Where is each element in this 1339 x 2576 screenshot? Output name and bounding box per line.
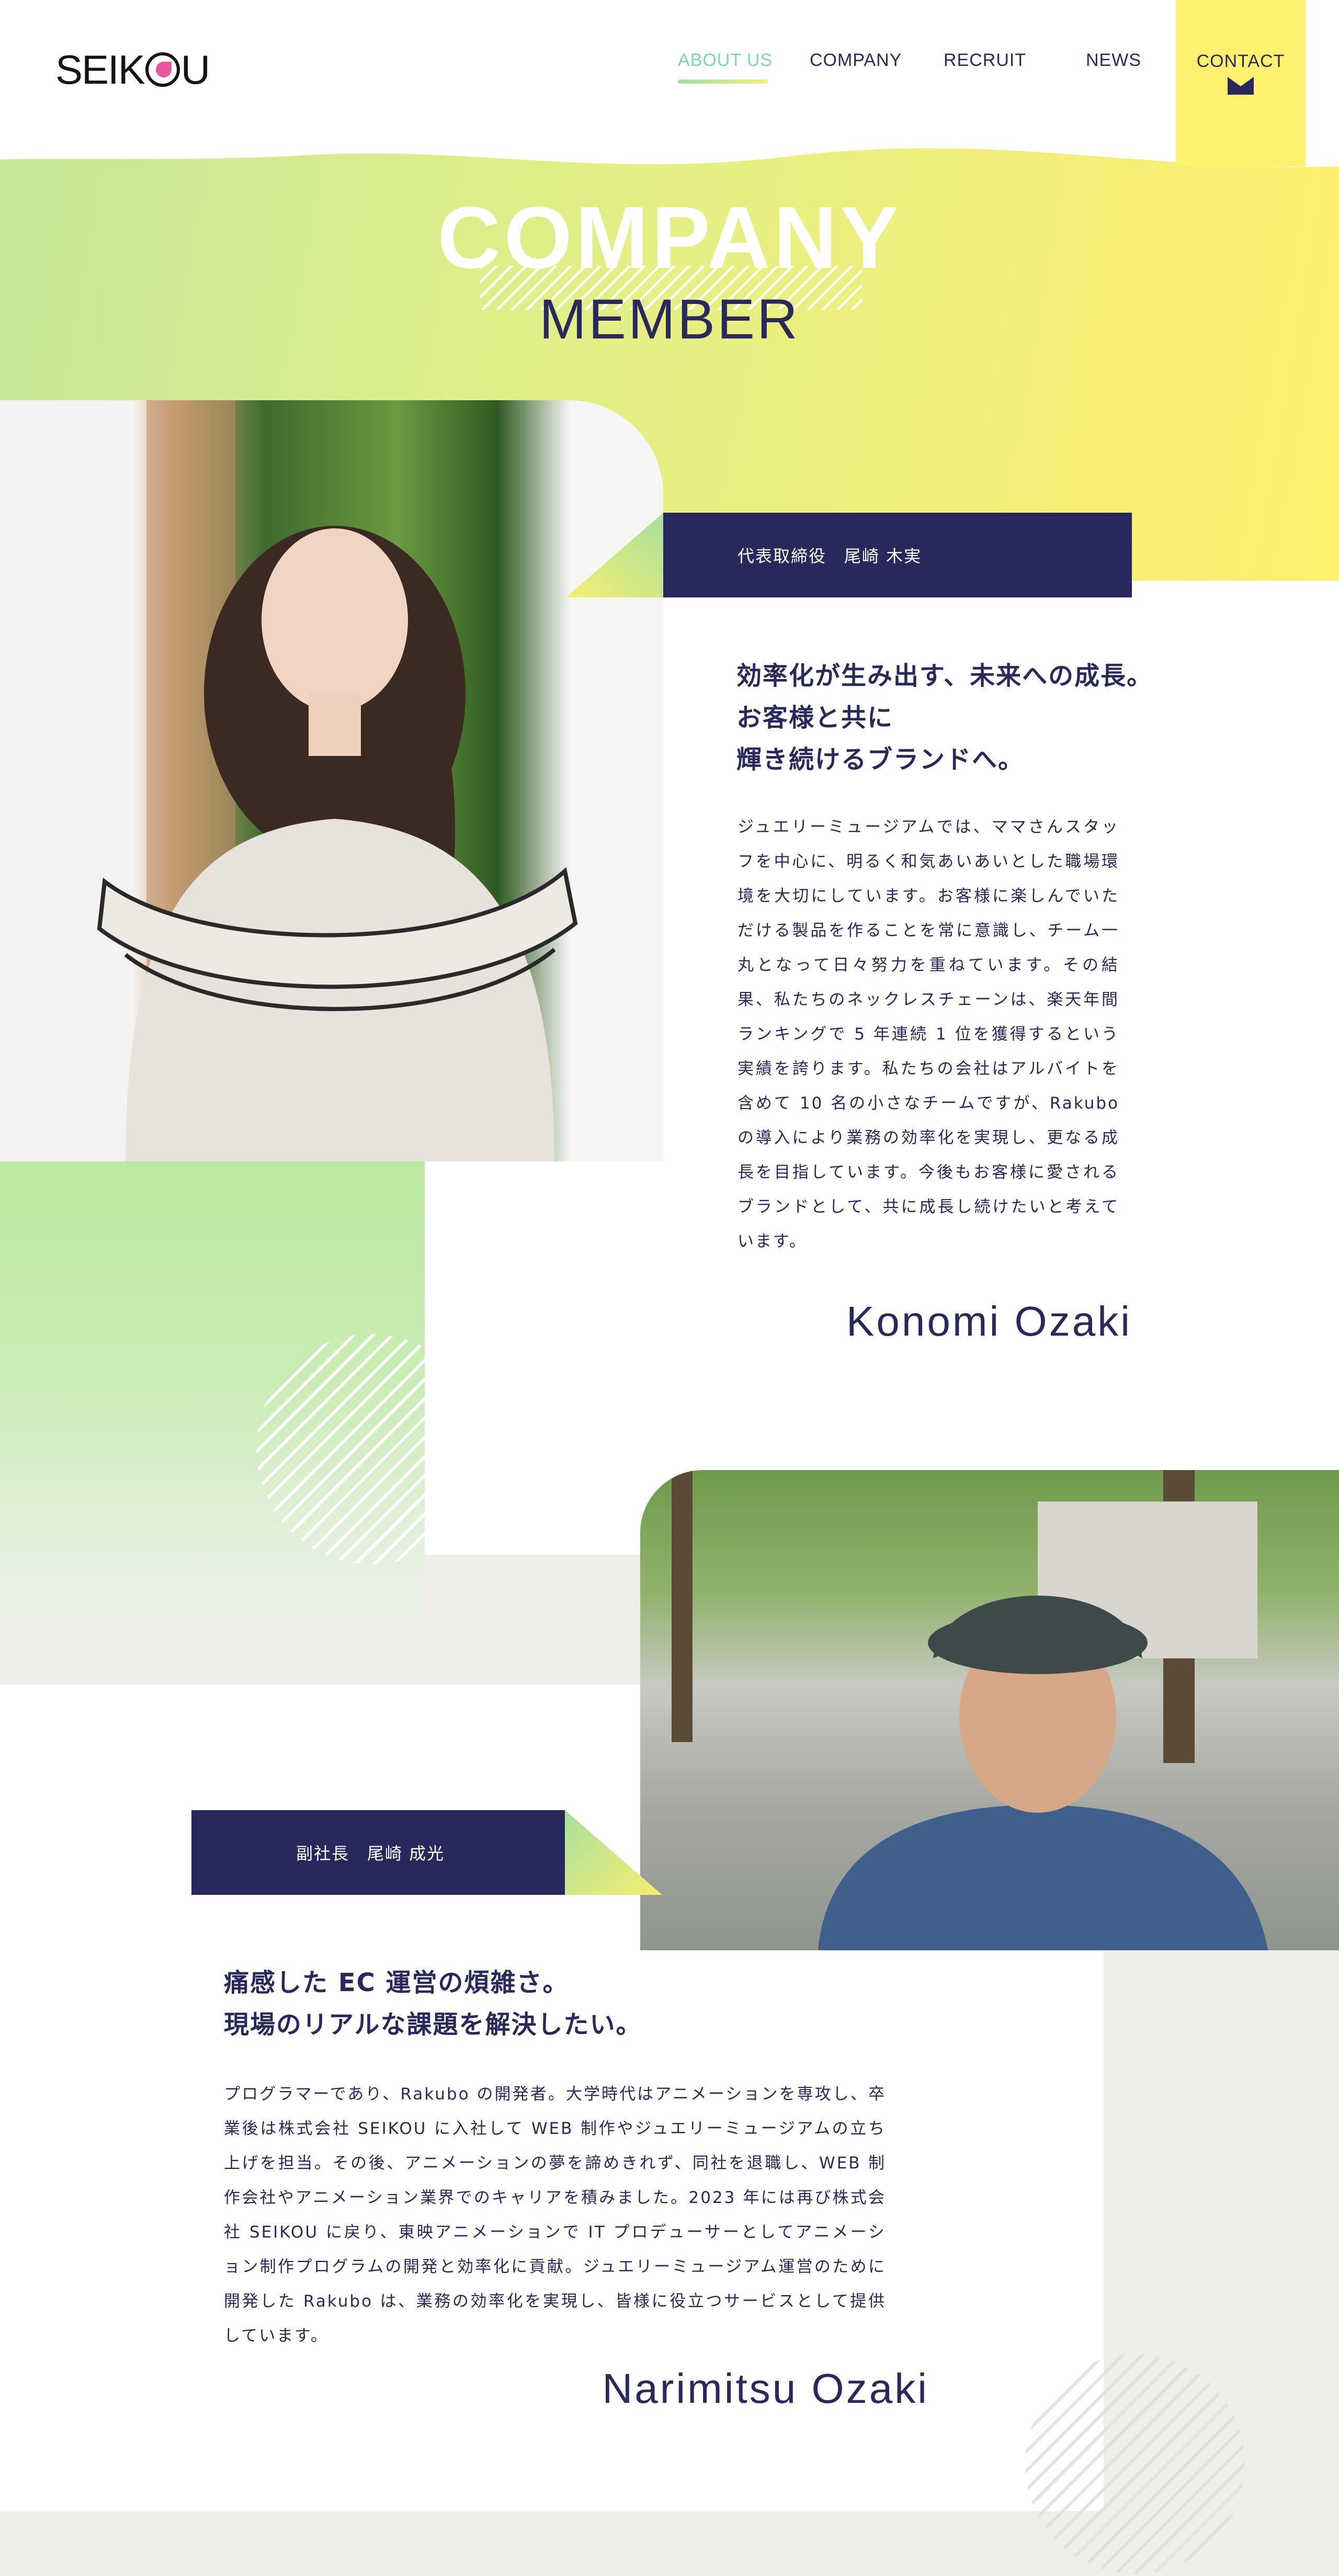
lead-line: 痛感した EC 運営の煩雑さ。 — [224, 1968, 569, 1997]
logo-text-end: U — [180, 46, 210, 93]
member-role-name: 副社長 尾崎 成光 — [296, 1844, 445, 1863]
badge-gradient-triangle — [566, 513, 663, 597]
logo-text: SEIK — [55, 46, 145, 93]
badge-gradient-triangle — [565, 1810, 662, 1895]
member-2-photo — [640, 1470, 1339, 1950]
page-title-block: COMPANY MEMBER — [0, 188, 1339, 361]
member-2-lead: 痛感した EC 運営の煩雑さ。 現場のリアルな課題を解決したい。 — [224, 1962, 904, 2046]
member-2-name-badge: 副社長 尾崎 成光 — [191, 1810, 565, 1895]
page-subtitle: MEMBER — [539, 287, 800, 351]
contact-label: CONTACT — [1196, 51, 1285, 71]
nav-item-about-us[interactable]: ABOUT US — [678, 50, 773, 84]
lead-line: 現場のリアルな課題を解決したい。 — [224, 2010, 642, 2039]
member-1-body: ジュエリーミュージアムでは、ママさんスタッフを中心に、明るく和気あいあいとした職… — [737, 818, 1119, 1251]
lead-line: お客様と共に — [736, 703, 894, 732]
lead-line: 効率化が生み出す、未来への成長。 — [736, 661, 1153, 691]
nav-item-company[interactable]: COMPANY — [810, 50, 902, 71]
page-title: COMPANY — [437, 188, 902, 287]
member-role-name: 代表取締役 尾崎 木実 — [737, 546, 922, 566]
active-nav-indicator — [678, 80, 768, 84]
member-1-name-badge: 代表取締役 尾崎 木実 — [663, 513, 1132, 597]
member-1-photo — [0, 400, 663, 1161]
contact-button[interactable]: CONTACT — [1176, 0, 1306, 166]
nav-item-recruit[interactable]: RECRUIT — [944, 50, 1026, 71]
man-portrait — [672, 1470, 1268, 1950]
nav-label: RECRUIT — [944, 50, 1027, 70]
member-1-lead: 効率化が生み出す、未来への成長。 お客様と共に 輝き続けるブランドへ。 — [736, 655, 1165, 781]
flower-o-icon — [145, 52, 180, 87]
nav-label: ABOUT US — [678, 50, 773, 70]
decorative-stripe-circle — [1025, 2354, 1245, 2574]
lead-line: 輝き続けるブランドへ。 — [736, 745, 1025, 774]
woman-portrait — [97, 400, 578, 1161]
member-2-body: プログラマーであり、Rakubo の開発者。大学時代はアニメーションを専攻し、卒… — [224, 2085, 886, 2345]
seikou-logo[interactable]: SEIK U — [55, 46, 210, 93]
nav-label: NEWS — [1086, 50, 1141, 70]
nav-item-news[interactable]: NEWS — [1086, 50, 1141, 71]
mail-icon — [1228, 77, 1254, 95]
member-2-signature: Narimitsu Ozaki — [602, 2365, 929, 2412]
nav-label: COMPANY — [810, 50, 902, 70]
member-1-signature: Konomi Ozaki — [846, 1298, 1132, 1345]
site-header: SEIK U ABOUT US COMPANY RECRUIT NEWS CON… — [0, 0, 1339, 173]
decorative-stripe-circle — [256, 1334, 486, 1564]
